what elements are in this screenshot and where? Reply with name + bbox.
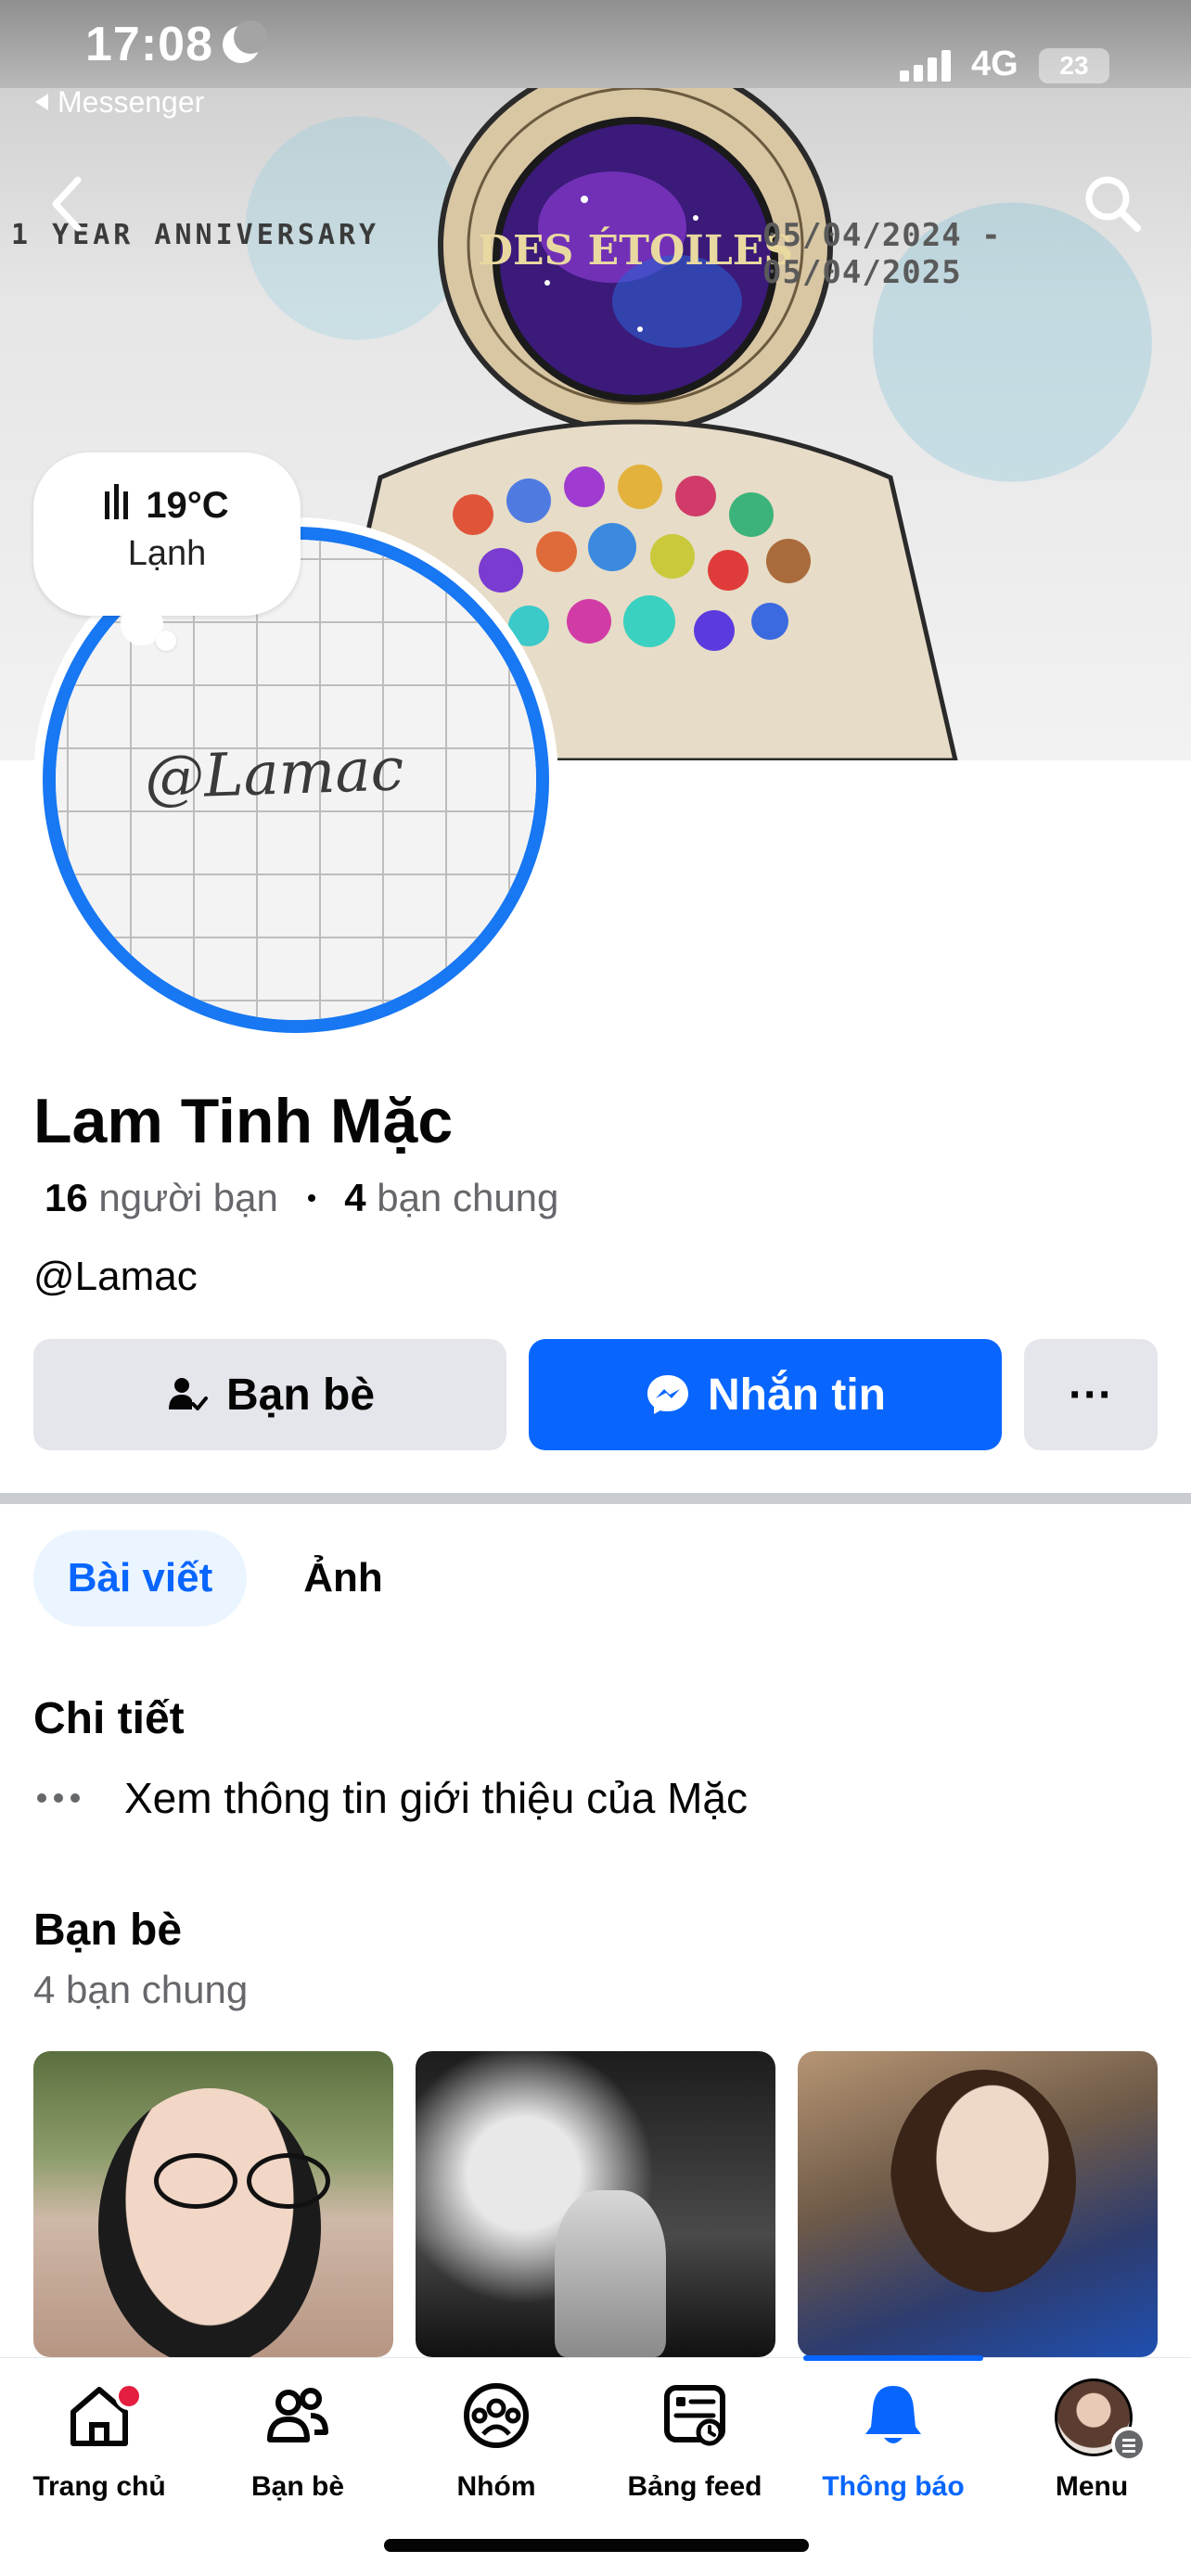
groups-icon (464, 2383, 529, 2448)
status-time: 17:08 (85, 18, 213, 71)
artwork-title: DES ÉTOILES (478, 225, 793, 274)
bell-icon (865, 2386, 921, 2443)
nav-home[interactable]: Trang chủ (0, 2358, 198, 2534)
separator-dot (307, 1194, 315, 1202)
tab-photos[interactable]: Ảnh (269, 1530, 417, 1626)
menu-lines-icon (1111, 2427, 1146, 2462)
glasses-detail (247, 2153, 330, 2209)
glasses-detail (154, 2153, 237, 2209)
friend-photo (890, 2070, 1076, 2292)
nav-menu-label: Menu (1055, 2471, 1129, 2502)
chevron-left-icon (52, 176, 82, 232)
battery-icon: 23 (1039, 48, 1109, 83)
active-tab-indicator (803, 2355, 983, 2361)
home-indicator[interactable] (384, 2539, 809, 2552)
weather-temperature: 19°C (146, 485, 229, 526)
tab-posts[interactable]: Bài viết (33, 1530, 247, 1626)
do-not-disturb-icon (223, 20, 267, 63)
details-heading: Chi tiết (33, 1694, 185, 1743)
signal-icon (900, 50, 951, 82)
nav-menu[interactable]: Menu (992, 2358, 1191, 2534)
profile-name: Lam Tinh Mặc (33, 1086, 454, 1156)
friend-check-icon (165, 1372, 210, 1417)
search-button[interactable] (1076, 167, 1150, 241)
network-type: 4G (971, 45, 1018, 83)
message-button-label: Nhắn tin (708, 1370, 886, 1420)
about-link-label: Xem thông tin giới thiệu của Mặc (124, 1774, 748, 1822)
notification-badge (115, 2382, 143, 2410)
friends-subheading: 4 bạn chung (33, 1968, 249, 2011)
nav-notifications[interactable]: Thông báo (794, 2358, 992, 2534)
friend-card[interactable] (798, 2051, 1158, 2357)
friend-card[interactable] (33, 2051, 393, 2357)
friend-photo (555, 2190, 666, 2357)
weather-note[interactable]: 19°C Lạnh (33, 453, 301, 616)
avatar-handwriting: @Lamac (143, 735, 405, 813)
back-app-label: Messenger (58, 85, 205, 119)
note-bubble-small (156, 631, 176, 651)
feed-icon (664, 2385, 725, 2446)
more-options-button[interactable]: ··· (1024, 1339, 1158, 1450)
friends-button-label: Bạn bè (225, 1370, 376, 1420)
friend-stats[interactable]: 16 người bạn 4 bạn chung (45, 1176, 558, 1220)
mutual-count-label: bạn chung (377, 1176, 559, 1219)
friends-heading: Bạn bè (33, 1906, 183, 1955)
nav-groups-label: Nhóm (456, 2471, 536, 2502)
message-button[interactable]: Nhắn tin (529, 1339, 1002, 1450)
profile-page: DES ÉTOILES 17:08 4G 23 Messenger 1 YEAR… (0, 0, 1191, 2576)
friends-icon (267, 2388, 328, 2442)
battery-level: 23 (1059, 51, 1089, 80)
friends-count: 16 (45, 1176, 88, 1219)
back-button[interactable] (41, 167, 96, 241)
weather-bars-icon (105, 484, 133, 529)
nav-feed[interactable]: Bảng feed (596, 2358, 794, 2534)
weather-condition: Lạnh (127, 534, 207, 573)
mutual-count: 4 (344, 1176, 366, 1219)
friend-card[interactable] (416, 2051, 775, 2357)
nav-friends[interactable]: Bạn bè (198, 2358, 397, 2534)
nav-home-label: Trang chủ (32, 2471, 166, 2502)
friends-button[interactable]: Bạn bè (33, 1339, 506, 1450)
nav-friends-label: Bạn bè (250, 2471, 345, 2502)
friends-count-label: người bạn (98, 1176, 278, 1219)
section-divider (0, 1493, 1191, 1504)
friend-photo (98, 2088, 321, 2357)
more-dots-icon (37, 1793, 89, 1803)
nav-feed-label: Bảng feed (627, 2471, 762, 2502)
back-to-app-link[interactable]: Messenger (35, 85, 204, 120)
search-icon (1085, 176, 1141, 232)
about-link[interactable]: Xem thông tin giới thiệu của Mặc (37, 1773, 748, 1823)
messenger-icon (645, 1371, 691, 1418)
more-options-label: ··· (1069, 1370, 1113, 1420)
profile-username: @Lamac (33, 1254, 198, 1299)
back-triangle-icon (35, 94, 48, 110)
nav-groups[interactable]: Nhóm (397, 2358, 596, 2534)
nav-notifications-label: Thông báo (822, 2471, 965, 2502)
